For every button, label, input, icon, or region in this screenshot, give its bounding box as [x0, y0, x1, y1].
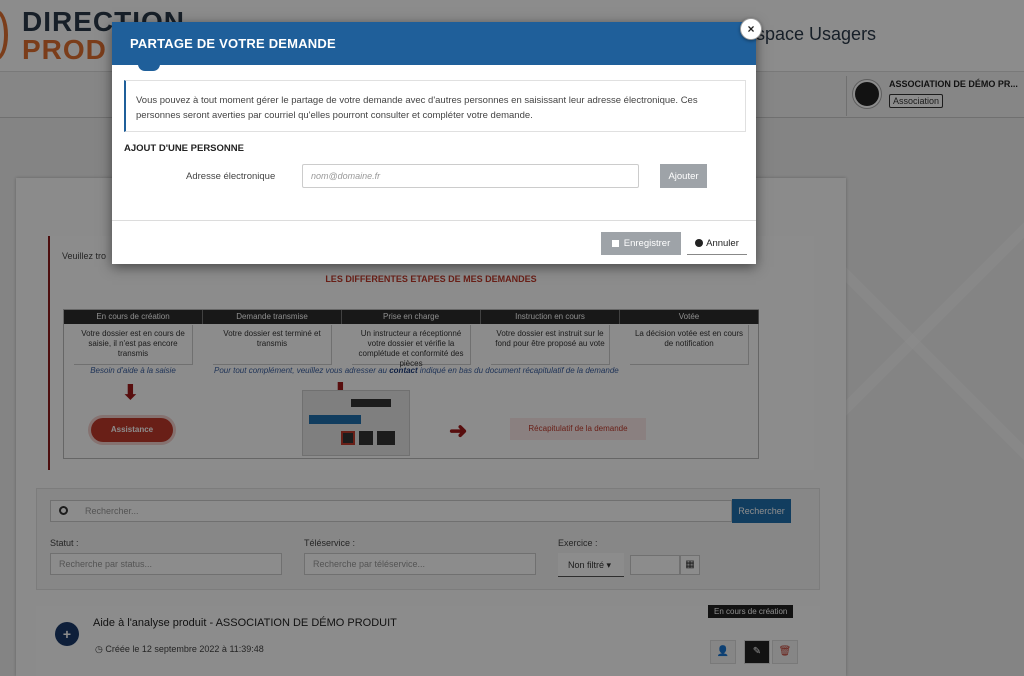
dialog-title: PARTAGE DE VOTRE DEMANDE — [130, 36, 336, 51]
save-label: Enregistrer — [623, 238, 671, 249]
add-person-title: AJOUT D'UNE PERSONNE — [124, 143, 244, 154]
email-field[interactable] — [302, 164, 639, 188]
header-notch — [138, 64, 160, 71]
cancel-label: Annuler — [706, 237, 739, 249]
save-button[interactable]: Enregistrer — [601, 232, 681, 255]
dialog-description: Vous pouvez à tout moment gérer le parta… — [124, 80, 746, 132]
share-dialog: PARTAGE DE VOTRE DEMANDE Vous pouvez à t… — [112, 22, 756, 264]
save-icon — [611, 240, 619, 247]
dialog-header: PARTAGE DE VOTRE DEMANDE — [112, 22, 756, 65]
cancel-button[interactable]: Annuler — [687, 232, 747, 255]
close-icon[interactable]: × — [740, 18, 762, 40]
dialog-footer: Enregistrer Annuler — [112, 220, 756, 264]
add-button[interactable]: Ajouter — [660, 164, 707, 188]
email-label: Adresse électronique — [186, 171, 276, 182]
cancel-icon — [695, 238, 704, 247]
